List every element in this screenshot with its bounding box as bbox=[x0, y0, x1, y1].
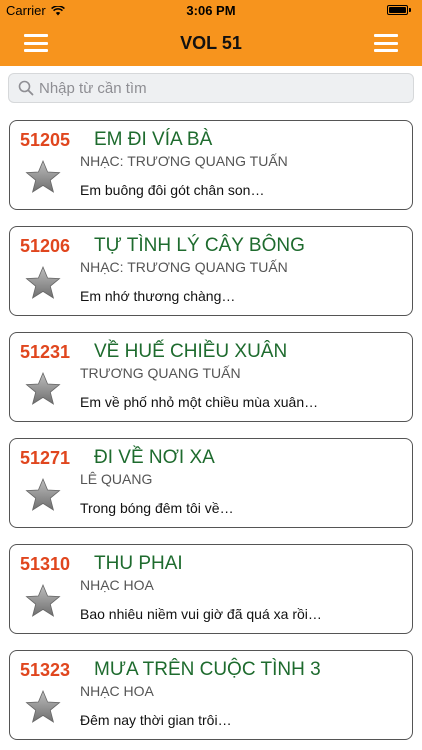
song-artist: NHẠC HOA bbox=[80, 683, 154, 699]
song-id: 51231 bbox=[20, 342, 71, 362]
right-menu-button[interactable] bbox=[374, 34, 398, 52]
search-icon bbox=[18, 80, 34, 96]
hamburger-menu-icon bbox=[374, 34, 398, 37]
star-icon[interactable] bbox=[25, 477, 61, 513]
song-lyric: Trong bóng đêm tôi về… bbox=[80, 500, 234, 516]
song-artist: TRƯƠNG QUANG TUẤN bbox=[80, 365, 241, 381]
song-lyric: Bao nhiêu niềm vui giờ đã quá xa rồi… bbox=[80, 606, 322, 622]
star-icon[interactable] bbox=[25, 265, 61, 301]
star-icon[interactable] bbox=[25, 689, 61, 725]
song-id: 51271 bbox=[20, 448, 71, 468]
status-time: 3:06 PM bbox=[186, 3, 236, 18]
song-title: ĐI VỀ NƠI XA bbox=[94, 447, 215, 468]
song-title: MƯA TRÊN CUỘC TÌNH 3 bbox=[94, 659, 321, 680]
song-title: TỰ TÌNH LÝ CÂY BÔNG bbox=[94, 235, 305, 256]
song-artist: NHẠC: TRƯƠNG QUANG TUẤN bbox=[80, 259, 288, 275]
song-card[interactable]: 51323 MƯA TRÊN CUỘC TÌNH 3 NHẠC HOA Đêm nay… bbox=[9, 650, 413, 740]
page-title: VOL 51 bbox=[180, 33, 242, 53]
song-lyric: Em nhớ thương chàng… bbox=[80, 288, 236, 304]
star-icon[interactable] bbox=[25, 159, 61, 195]
search-bar bbox=[0, 66, 422, 110]
battery-icon bbox=[387, 5, 411, 15]
song-title: EM ĐI VÍA BÀ bbox=[94, 129, 213, 150]
song-id: 51323 bbox=[20, 660, 71, 680]
song-card[interactable]: 51206 TỰ TÌNH LÝ CÂY BÔNG NHẠC: TRƯƠNG QUA… bbox=[9, 226, 413, 316]
search-input[interactable] bbox=[39, 79, 379, 97]
song-id: 51310 bbox=[20, 554, 71, 574]
star-icon[interactable] bbox=[25, 371, 61, 407]
song-card[interactable]: 51231 VỀ HUẾ CHIỀU XUÂN TRƯƠNG QUANG TUẤN E… bbox=[9, 332, 413, 422]
search-box[interactable] bbox=[8, 73, 414, 103]
song-artist: NHẠC: TRƯƠNG QUANG TUẤN bbox=[80, 153, 288, 169]
song-lyric: Em về phố nhỏ một chiều mùa xuân… bbox=[80, 394, 319, 410]
song-card[interactable]: 51271 ĐI VỀ NƠI XA LÊ QUANG Trong bóng đêm … bbox=[9, 438, 413, 528]
song-lyric: Đêm nay thời gian trôi… bbox=[80, 712, 232, 728]
song-title: THU PHAI bbox=[94, 553, 183, 574]
song-card[interactable]: 51310 THU PHAI NHẠC HOA Bao nhiêu niềm vui … bbox=[9, 544, 413, 634]
song-id: 51205 bbox=[20, 130, 71, 150]
song-title: VỀ HUẾ CHIỀU XUÂN bbox=[94, 341, 288, 362]
song-card[interactable]: 51205 EM ĐI VÍA BÀ NHẠC: TRƯƠNG QUANG TUẤN… bbox=[9, 120, 413, 210]
song-artist: NHẠC HOA bbox=[80, 577, 154, 593]
song-lyric: Em buông đôi gót chân son… bbox=[80, 182, 265, 198]
song-id: 51206 bbox=[20, 236, 71, 256]
status-bar: Carrier 3:06 PM bbox=[0, 0, 422, 22]
star-icon[interactable] bbox=[25, 583, 61, 619]
song-artist: LÊ QUANG bbox=[80, 471, 153, 487]
app-header: Carrier 3:06 PM VOL 51 bbox=[0, 0, 422, 66]
